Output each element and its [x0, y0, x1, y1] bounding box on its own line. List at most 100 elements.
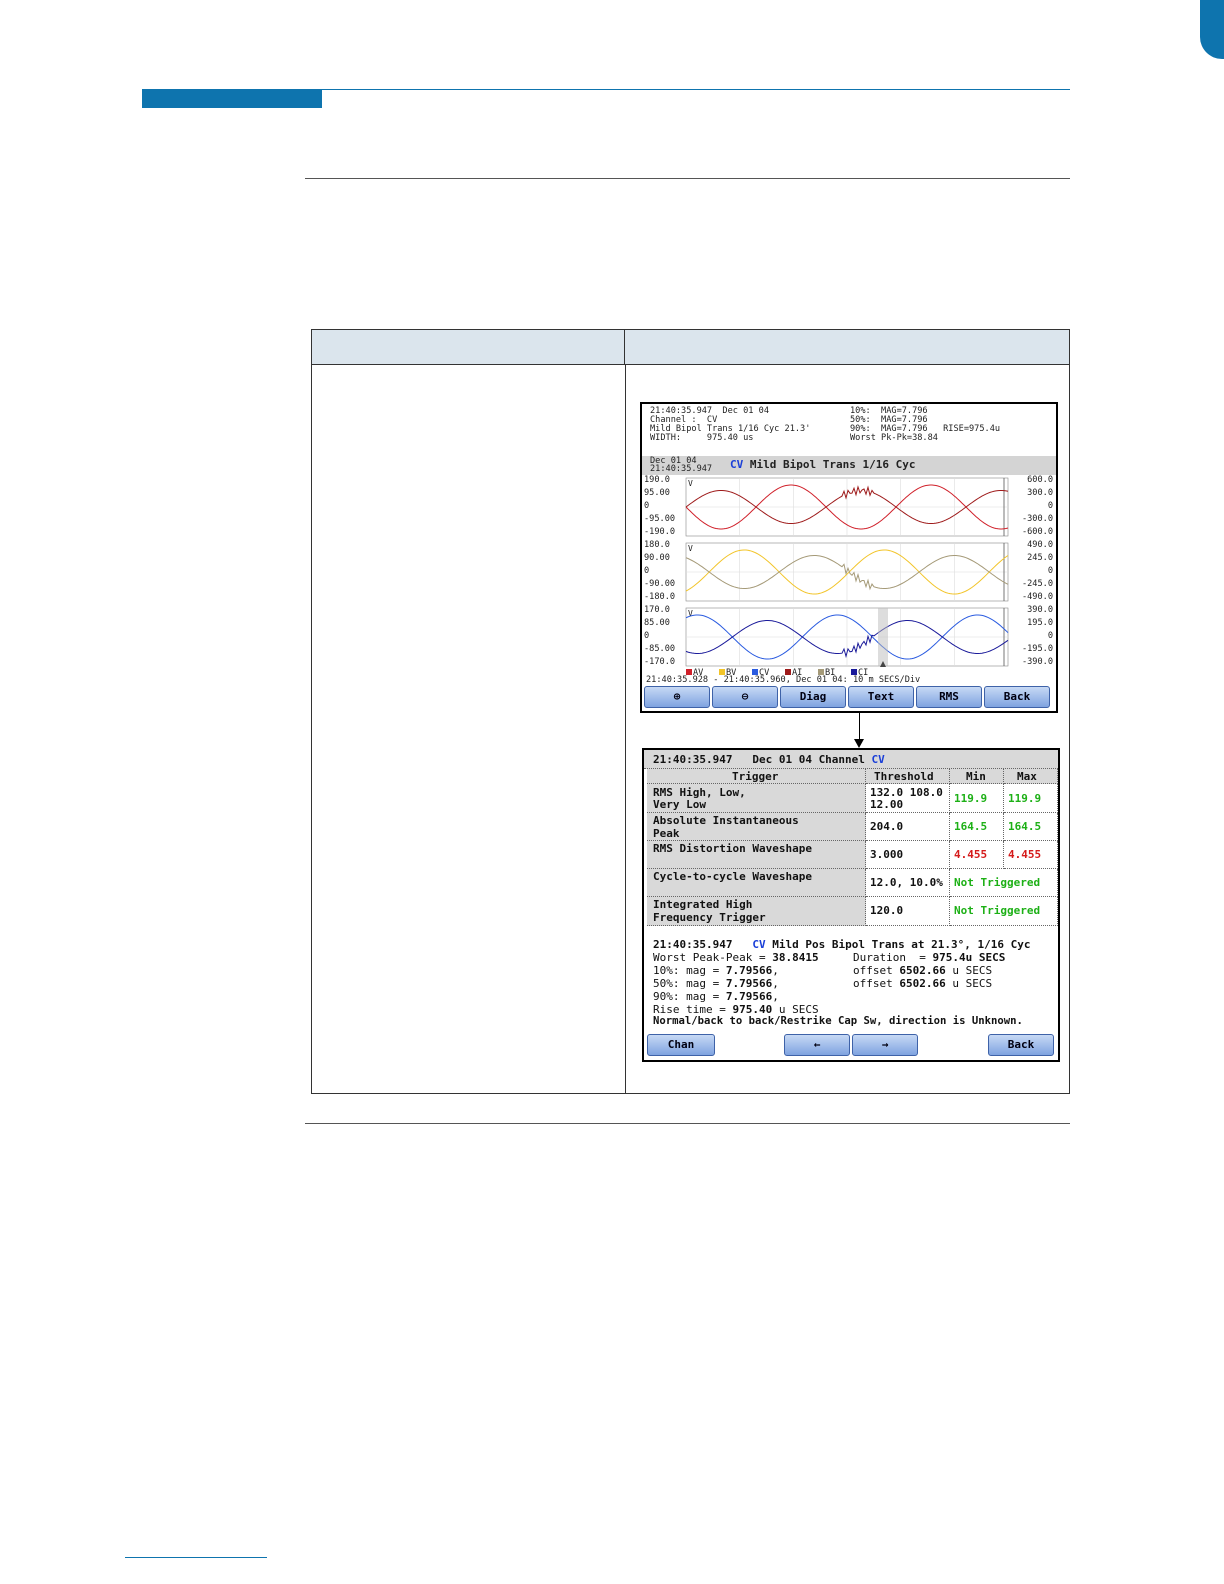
header-channel: CV — [871, 753, 885, 766]
event-marker-band — [878, 608, 888, 666]
trigger-name: Peak — [653, 827, 680, 840]
right-tick-label: -390.0 — [1022, 657, 1053, 667]
right-tick-label: 0 — [1048, 501, 1053, 511]
min-value: 164.5 — [954, 820, 988, 833]
threshold-value: 12.0, 10.0% — [870, 876, 943, 889]
zoom-in-button[interactable]: ⊕ — [644, 686, 710, 708]
col-header-threshold: Threshold — [874, 770, 934, 783]
rms-button[interactable]: RMS — [916, 686, 982, 708]
title-text: Mild Bipol Trans 1/16 Cyc — [749, 458, 916, 471]
summary-description: Mild Pos Bipol Trans at 21.3°, 1/16 Cyc — [772, 938, 1031, 951]
status-badge: Not Triggered — [954, 876, 1041, 889]
max-value: 164.5 — [1008, 820, 1042, 833]
left-tick-label: -170.0 — [644, 657, 675, 667]
left-tick-label: -190.0 — [644, 527, 675, 537]
mag50-label: 50%: mag = — [653, 977, 726, 990]
left-tick-label: 85.00 — [644, 618, 670, 628]
text-summary-screen: 21:40:35.947 Dec 01 04 Channel CV Trigge… — [642, 748, 1060, 1062]
max-value: 4.455 — [1008, 848, 1042, 861]
threshold-value: 3.000 — [870, 848, 904, 861]
worst-label: Worst Peak-Peak = — [653, 951, 773, 964]
left-tick-label: 170.0 — [644, 605, 670, 615]
right-tick-label: 490.0 — [1027, 540, 1053, 550]
right-tick-label: 0 — [1048, 631, 1053, 641]
duration-line: Duration = 975.4u SECS — [853, 951, 1005, 964]
section-rule-top — [305, 178, 1070, 179]
zoom-out-button[interactable]: ⊖ — [712, 686, 778, 708]
trigger-name: Absolute Instantaneous — [653, 814, 799, 827]
left-tick-label: 95.00 — [644, 488, 670, 498]
left-tick-label: 90.00 — [644, 553, 670, 563]
duration-value: 975.4u SECS — [932, 951, 1006, 964]
threshold-value: 204.0 — [870, 820, 904, 833]
diag-button[interactable]: Diag — [780, 686, 846, 708]
left-tick-label: 0 — [644, 566, 649, 576]
mag50-line: 50%: mag = 7.79566, — [653, 977, 779, 990]
right-tick-label: -490.0 — [1022, 592, 1053, 602]
flow-arrow-head — [854, 739, 864, 748]
duration-label: Duration = — [853, 951, 933, 964]
trigger-name: RMS Distortion Waveshape — [653, 842, 812, 855]
max-value: 119.9 — [1008, 792, 1042, 805]
right-tick-label: 0 — [1048, 566, 1053, 576]
waveform-title: CV Mild Bipol Trans 1/16 Cyc — [730, 458, 915, 471]
back-button[interactable]: Back — [984, 686, 1050, 708]
mag50-value: 7.79566 — [725, 977, 773, 990]
worst-peak-line: Worst Peak-Peak = 38.8415 — [653, 951, 819, 964]
right-tick-label: 390.0 — [1027, 605, 1053, 615]
back-button[interactable]: Back — [988, 1034, 1054, 1056]
right-tick-label: 300.0 — [1027, 488, 1053, 498]
left-tick-label: 0 — [644, 501, 649, 511]
summary-header: 21:40:35.947 Dec 01 04 Channel CV — [653, 753, 885, 766]
mag90-line: 90%: mag = 7.79566, — [653, 990, 779, 1003]
mag10-line: 10%: mag = 7.79566, — [653, 964, 779, 977]
waveform-title-bar: Dec 01 04 21:40:35.947 CV Mild Bipol Tra… — [642, 456, 1056, 475]
worst-value: 38.8415 — [772, 951, 819, 964]
page-tab-marker — [1200, 0, 1224, 59]
mag10-value: 7.79566 — [725, 964, 773, 977]
col-header-trigger: Trigger — [732, 770, 779, 783]
threshold-value: 12.00 — [870, 798, 904, 811]
trigger-name: Integrated High — [653, 898, 753, 911]
left-tick-label: 0 — [644, 631, 649, 641]
prev-button[interactable]: ← — [784, 1034, 850, 1056]
table-header-left — [312, 330, 625, 365]
unit-label: V — [688, 479, 693, 488]
unit-label: V — [688, 544, 693, 553]
left-tick-label: -95.00 — [644, 514, 675, 524]
table-column-divider — [625, 365, 626, 1093]
mag90-value: 7.79566 — [725, 990, 773, 1003]
text-button[interactable]: Text — [848, 686, 914, 708]
zoom-in-icon: ⊕ — [673, 690, 681, 703]
info-right-line: Worst Pk-Pk=38.84 — [850, 433, 938, 443]
threshold-value: 120.0 — [870, 904, 904, 917]
col-header-max: Max — [1017, 770, 1037, 783]
summary-time: 21:40:35.947 — [653, 938, 733, 951]
offset-line: offset 6502.66 u SECS — [853, 964, 992, 977]
zoom-out-icon: ⊖ — [741, 690, 749, 703]
offset-value: 6502.66 — [899, 964, 946, 977]
summary-channel: CV — [752, 938, 766, 951]
event-info-panel: 21:40:35.947 Dec 01 04 Channel : CV Mild… — [642, 404, 1056, 456]
left-tick-label: -90.00 — [644, 579, 675, 589]
title-time: 21:40:35.947 — [650, 464, 713, 474]
offset-value: 6502.66 — [899, 977, 946, 990]
flow-arrow-line — [859, 713, 860, 741]
left-tick-label: 180.0 — [644, 540, 670, 550]
left-tick-label: 190.0 — [644, 475, 670, 485]
arrow-right-icon: → — [881, 1038, 889, 1051]
offset-unit: u SECS — [945, 977, 993, 990]
left-tick-label: -85.00 — [644, 644, 675, 654]
chan-button[interactable]: Chan — [647, 1034, 715, 1056]
mag10-label: 10%: mag = — [653, 964, 726, 977]
min-value: 4.455 — [954, 848, 988, 861]
trigger-name: Frequency Trigger — [653, 911, 766, 924]
right-tick-label: 195.0 — [1027, 618, 1053, 628]
next-button[interactable]: → — [852, 1034, 918, 1056]
trigger-name: Cycle-to-cycle Waveshape — [653, 870, 812, 883]
title-channel: CV — [730, 458, 744, 471]
info-left-line: WIDTH: 975.40 us — [650, 433, 754, 443]
offset-unit: u SECS — [945, 964, 993, 977]
right-tick-label: -600.0 — [1022, 527, 1053, 537]
status-badge: Not Triggered — [954, 904, 1041, 917]
